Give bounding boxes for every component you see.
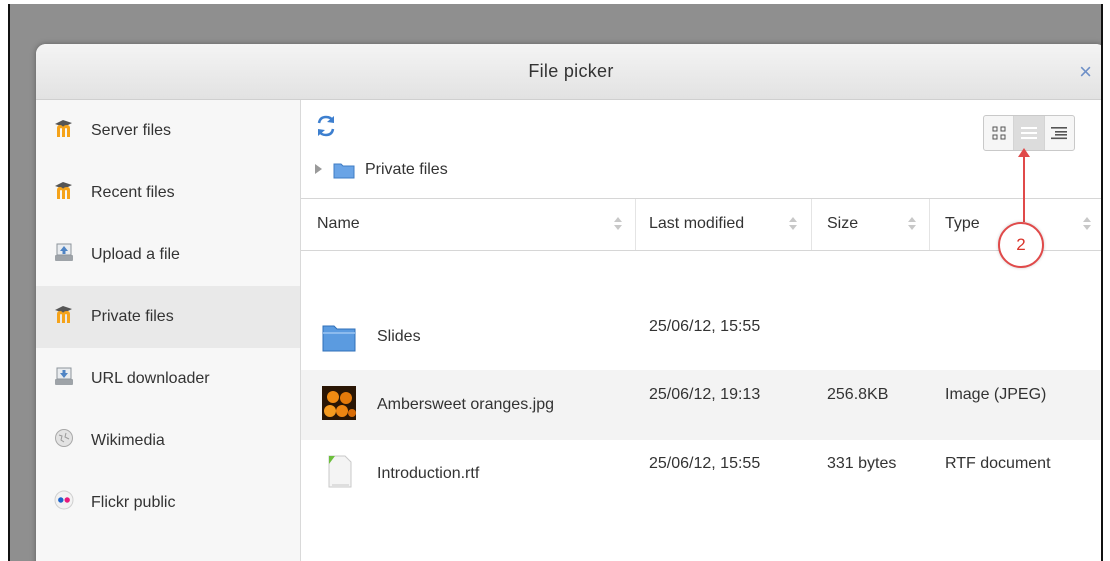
file-browser-panel: Private files Name Last modified Size Ty… [301,100,1101,561]
sidebar-item-label: Flickr public [91,494,176,511]
sort-icon[interactable] [789,216,797,232]
view-tree-button[interactable] [1043,116,1074,150]
sidebar-item-recent-files[interactable]: Recent files [36,162,300,224]
sidebar-item-label: Private files [91,308,174,325]
view-mode-toggle [983,115,1075,151]
close-icon[interactable]: × [1079,61,1092,83]
sort-icon[interactable] [1083,216,1091,232]
file-type: RTF document [945,455,1051,472]
flickr-icon [54,490,74,510]
sidebar-item-private-files[interactable]: Private files [36,286,300,348]
upload-icon [55,243,73,261]
file-modified: 25/06/12, 15:55 [649,455,761,472]
table-row[interactable]: Ambersweet oranges.jpg 25/06/12, 19:13 2… [301,370,1101,440]
title-bar: File picker × [36,44,1101,100]
sidebar-item-upload-a-file[interactable]: Upload a file [36,224,300,286]
repository-sidebar: Server files Recent files Upload a file [36,100,301,561]
moodle-icon [55,306,72,323]
view-list-button[interactable] [1013,116,1044,150]
table-row[interactable]: Introduction.rtf 25/06/12, 15:55 331 byt… [301,440,1101,510]
list-view-icon [1020,127,1037,139]
column-divider [635,199,636,250]
column-header-last-modified[interactable]: Last modified [649,215,744,233]
file-picker-dialog: File picker × Server files Recent files [36,44,1101,561]
file-size: 331 bytes [827,455,897,472]
column-divider [811,199,812,250]
sidebar-item-label: Recent files [91,184,175,201]
sort-icon[interactable] [614,216,622,232]
sidebar-item-flickr-public[interactable]: Flickr public [36,472,300,534]
tree-view-icon [1051,127,1068,140]
sidebar-item-wikimedia[interactable]: Wikimedia [36,410,300,472]
chevron-right-icon [315,164,322,174]
file-modified: 25/06/12, 19:13 [649,386,761,403]
table-row[interactable]: Slides 25/06/12, 15:55 [301,300,1101,370]
file-type: Image (JPEG) [945,386,1047,403]
file-modified: 25/06/12, 15:55 [649,318,761,335]
file-name: Introduction.rtf [377,465,480,482]
refresh-icon[interactable] [315,114,337,138]
sidebar-item-server-files[interactable]: Server files [36,100,300,162]
breadcrumb-private-files[interactable]: Private files [365,161,448,179]
sidebar-item-url-downloader[interactable]: URL downloader [36,348,300,410]
grid-view-icon [992,126,1006,140]
url-download-icon [55,367,73,385]
file-name: Ambersweet oranges.jpg [377,396,554,413]
dialog-title: File picker [528,61,614,81]
column-header-size[interactable]: Size [827,215,858,233]
sidebar-item-label: Upload a file [91,246,180,263]
annotation-number-badge: 2 [998,222,1044,268]
column-divider [929,199,930,250]
wikimedia-icon [55,429,73,447]
annotation-arrow-icon [1018,148,1030,157]
moodle-icon [55,182,72,199]
image-thumbnail-icon [322,386,356,420]
file-size: 256.8KB [827,386,889,403]
folder-icon [322,325,356,352]
annotation-pointer-line [1023,152,1025,222]
column-header-name[interactable]: Name [317,215,360,233]
document-icon [328,455,352,488]
file-table-header: Name Last modified Size Type [301,198,1101,251]
sort-icon[interactable] [908,216,916,232]
view-icons-button[interactable] [984,116,1013,150]
sidebar-item-label: URL downloader [91,370,210,387]
file-name: Slides [377,328,421,345]
folder-icon [333,163,355,179]
sidebar-item-label: Wikimedia [91,432,165,449]
screenshot-frame: File picker × Server files Recent files [8,4,1103,561]
moodle-icon [55,120,72,137]
column-header-type[interactable]: Type [945,215,980,233]
sidebar-item-label: Server files [91,122,172,139]
